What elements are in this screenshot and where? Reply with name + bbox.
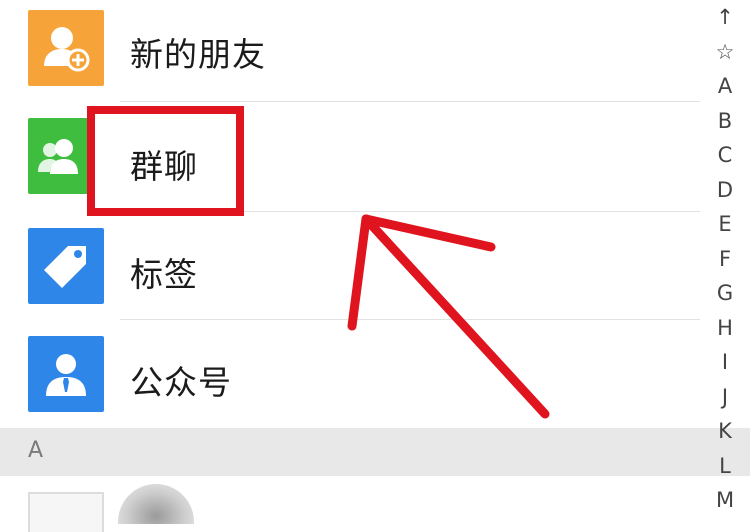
official-accounts-label: 公众号 bbox=[130, 363, 232, 402]
index-item-c[interactable]: C bbox=[718, 138, 733, 173]
index-item-a[interactable]: A bbox=[718, 69, 732, 104]
index-item-j[interactable]: J bbox=[722, 380, 728, 415]
group-chat-icon bbox=[28, 118, 92, 194]
official-accounts-row[interactable]: 公众号 bbox=[0, 320, 700, 428]
index-item-f[interactable]: F bbox=[719, 242, 731, 277]
tags-row[interactable]: 标签 bbox=[0, 212, 700, 320]
tags-label: 标签 bbox=[130, 255, 198, 294]
index-item-star[interactable]: ☆ bbox=[716, 35, 735, 70]
index-item-e[interactable]: E bbox=[718, 207, 731, 242]
group-chat-row[interactable]: 群聊 bbox=[0, 102, 700, 210]
new-friends-row[interactable]: 新的朋友 bbox=[0, 0, 700, 100]
avatar bbox=[28, 492, 104, 532]
add-friend-icon bbox=[28, 10, 104, 86]
index-item-g[interactable]: G bbox=[717, 276, 733, 311]
contact-row[interactable] bbox=[0, 476, 700, 532]
official-account-icon bbox=[28, 336, 104, 412]
new-friends-label: 新的朋友 bbox=[130, 35, 266, 74]
index-item-m[interactable]: M bbox=[716, 483, 734, 518]
index-item-d[interactable]: D bbox=[717, 173, 733, 208]
index-item-h[interactable]: H bbox=[717, 311, 733, 346]
tag-icon bbox=[28, 228, 104, 304]
index-item-up-arrow[interactable]: ↑ bbox=[716, 0, 734, 35]
index-item-i[interactable]: I bbox=[722, 345, 728, 380]
index-item-b[interactable]: B bbox=[718, 104, 732, 139]
avatar bbox=[118, 484, 194, 524]
group-chat-label: 群聊 bbox=[130, 147, 198, 186]
index-item-l[interactable]: L bbox=[719, 449, 731, 484]
section-header: A bbox=[0, 428, 750, 476]
alphabet-index-bar[interactable]: ↑ ☆ A B C D E F G H I J K L M bbox=[700, 0, 750, 512]
index-item-k[interactable]: K bbox=[718, 414, 732, 449]
section-letter: A bbox=[28, 438, 44, 463]
